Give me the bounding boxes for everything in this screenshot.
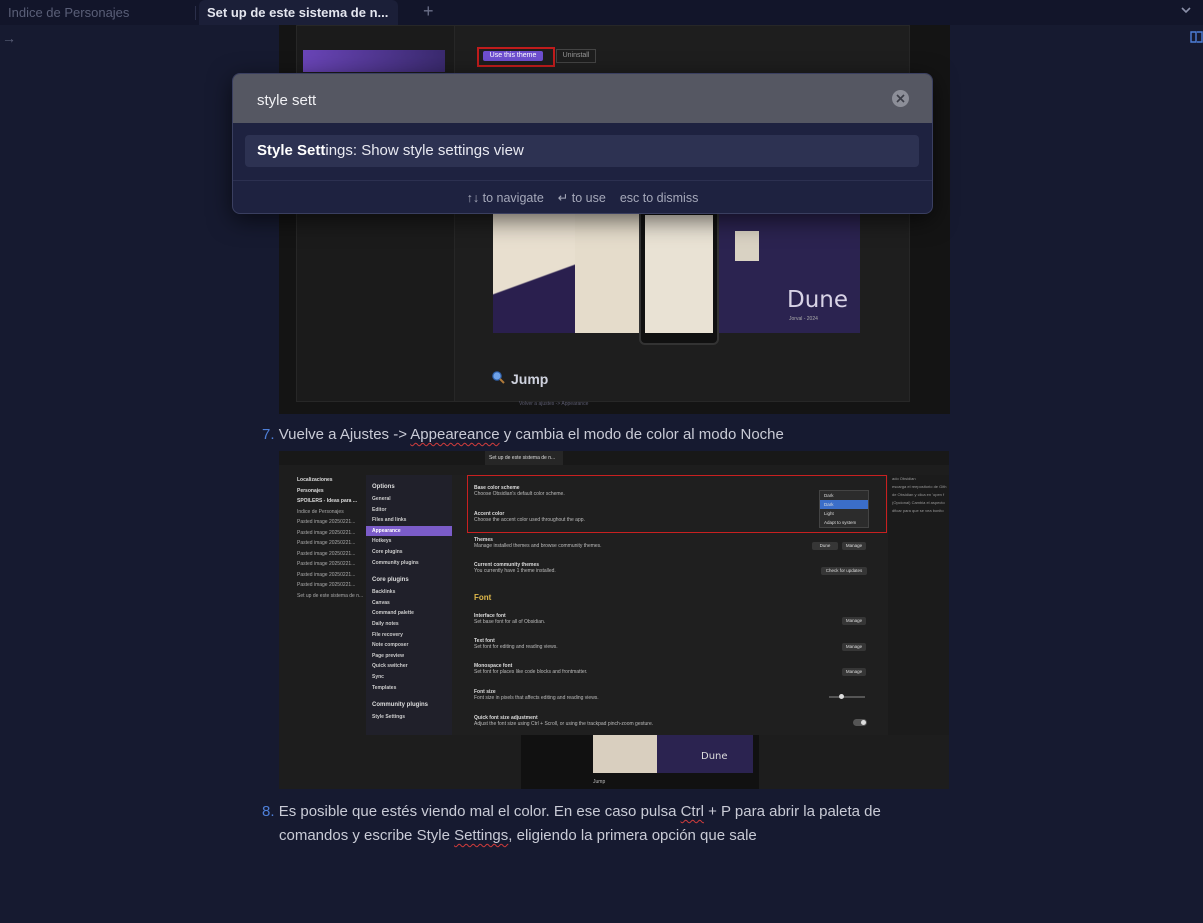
dune-subtitle: Jorval - 2024 [789, 316, 818, 322]
new-tab-button[interactable]: + [423, 0, 434, 22]
preview-panel-right [719, 209, 860, 333]
theme-thumbnail [303, 50, 445, 72]
command-palette: Style Settings: Show style settings view… [232, 73, 933, 214]
screenshot2-tab: Set up de este sistema de n... [485, 451, 563, 465]
color-scheme-dropdown: Dark Dark Light Adapt to system [819, 490, 869, 528]
preview-page-left [493, 209, 575, 333]
chevron-down-icon[interactable] [1179, 3, 1193, 22]
setting-themes: Themes Manage installed themes and browse… [474, 537, 602, 549]
book-open-icon[interactable] [1190, 30, 1203, 49]
themes-manage-button: Manage [842, 542, 866, 550]
step-number: 7. [262, 426, 275, 443]
misspelled-ctrl[interactable]: Ctrl [681, 803, 704, 820]
theme-preview-image [493, 209, 860, 345]
use-theme-button: Use this theme [483, 51, 543, 61]
screenshot2-side-pane: ado Obsidian escarga el reepositorio de … [888, 475, 949, 735]
interface-font-manage: Manage [842, 617, 866, 625]
step-text-tail: y cambia el modo de color al modo Noche [499, 426, 784, 443]
use-theme-highlight: Use this theme [477, 47, 555, 67]
screenshot2-bottom-preview: Dune Jump [521, 735, 759, 789]
command-search-input[interactable] [255, 86, 879, 114]
step-7: 7. Vuelve a Ajustes -> Appeareance y cam… [262, 423, 784, 447]
close-circle-icon[interactable] [892, 90, 909, 107]
step-8-line-2: comandos y escribe Style Settings, eligi… [279, 827, 757, 844]
hint-dismiss: esc to dismiss [619, 190, 699, 205]
setting-text-font: Text font Set font for editing and readin… [474, 638, 558, 650]
setting-accent-color: Accent color Choose the accent color used… [474, 511, 585, 523]
tab-bar: Indice de Personajes Set up de este sist… [0, 0, 1203, 25]
settings-sidebar: Options General Editor Files and links A… [366, 475, 452, 735]
font-section-heading: Font [474, 593, 492, 602]
hint-navigate: ↑↓ to navigate [466, 190, 544, 205]
setting-font-size: Font size Font size in pixels that affect… [474, 689, 599, 701]
uninstall-button: Uninstall [556, 49, 596, 63]
setting-monospace-font: Monospace font Set font for places like c… [474, 663, 588, 675]
hint-use: ↵ to use [557, 191, 606, 205]
misspelled-settings[interactable]: Settings [454, 827, 508, 844]
palette-input-area [233, 74, 932, 123]
monospace-font-manage: Manage [842, 668, 866, 676]
preview-phone [639, 209, 719, 345]
screenshot2-topbar: Set up de este sistema de n... [279, 451, 949, 465]
step-8: 8. Es posible que estés viendo mal el co… [262, 800, 942, 848]
check-updates-button: Check for updates [821, 567, 867, 575]
dune-title: Dune [787, 287, 849, 313]
palette-footer: ↑↓ to navigate ↵ to use esc to dismiss [233, 180, 932, 213]
font-size-slider [829, 694, 865, 699]
text-font-manage: Manage [842, 643, 866, 651]
setting-base-color: Base color scheme Choose Obsidian's defau… [474, 485, 565, 497]
setting-interface-font: Interface font Set base font for all of O… [474, 613, 546, 625]
misspelled-word[interactable]: Appeareance [410, 426, 499, 443]
magnifier-icon [491, 370, 505, 387]
setting-current-themes: Current community themes You currently ha… [474, 562, 556, 574]
step-number: 8. [262, 803, 275, 820]
quick-font-toggle [853, 719, 867, 726]
forward-arrow-icon[interactable]: → [2, 30, 16, 46]
command-result-item[interactable]: Style Settings: Show style settings view [245, 135, 919, 167]
preview-page-text [575, 209, 639, 333]
jump-label: Jump [491, 370, 548, 387]
step-text: Vuelve a Ajustes -> [278, 426, 411, 443]
preview-portrait [735, 231, 759, 261]
tab-indice-de-personajes[interactable]: Indice de Personajes [0, 0, 198, 25]
screenshot-caption: Volver a ajustes -> Appearance [519, 401, 589, 407]
settings-item-appearance: Appearance [366, 525, 452, 537]
tab-separator [195, 6, 196, 20]
setting-quick-font: Quick font size adjustment Adjust the fon… [474, 715, 654, 727]
tab-set-up[interactable]: Set up de este sistema de n... [199, 0, 398, 25]
themes-select: Dune [812, 542, 838, 550]
embedded-screenshot-appearance: Set up de este sistema de n... Localizac… [279, 451, 949, 789]
